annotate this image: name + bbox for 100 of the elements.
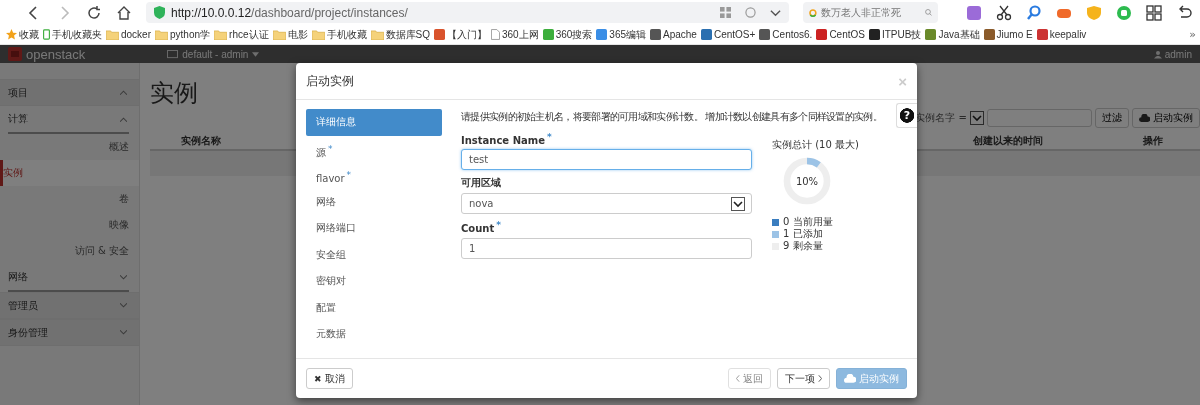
bookmark[interactable]: ITPUB技 [868,27,922,42]
wizard-step[interactable]: 配置 [306,294,442,321]
site-icon [433,29,445,40]
folder-icon [370,29,384,40]
bookmark[interactable]: 【入门】 [433,27,487,42]
reload-icon[interactable] [86,4,102,21]
folder-icon [155,29,168,40]
search-box[interactable]: 数万老人非正常死 [803,2,938,23]
site-icon [925,29,937,40]
select-field[interactable]: nova [461,193,752,215]
chevron-left-icon [736,375,740,382]
search-engine-icon [809,6,817,19]
chevron-down-icon[interactable] [770,7,781,18]
site-icon [983,29,995,40]
bookmark[interactable]: rhce认证 [214,27,269,42]
star-icon [6,29,17,40]
field-label: Instance Name $^{*}$ [461,132,553,147]
folder-icon [311,29,325,40]
legend-label: 9 剩余量 [783,239,823,253]
bookmark[interactable]: python学 [155,27,211,42]
bookmark[interactable]: 收藏 [6,27,39,42]
site-icon [1036,29,1048,40]
scissors-icon[interactable] [996,4,1012,21]
page-icon [490,29,500,40]
bookmark[interactable]: Java基础 [925,27,980,42]
site-icon [700,29,712,40]
wizard-step[interactable]: 网络端口 [306,215,442,242]
launch-instance-button[interactable]: 启动实例 [1132,108,1200,128]
bookmark[interactable]: 360上网 [490,27,539,42]
folder-icon [272,29,286,40]
wizard-step[interactable]: 网络 [306,188,442,215]
wizard-step[interactable]: flavor $^{*}$ [306,162,442,189]
user-icon [1153,49,1162,59]
search-field[interactable]: 数万老人非正常死 [820,7,921,18]
chevron-up-icon [120,116,127,122]
cloud-upload-icon [1139,114,1150,122]
chevron-right-icon [818,375,822,382]
grid-icon[interactable] [1146,4,1162,21]
dropdown-icon [731,196,745,211]
bookmark[interactable]: 手机收藏夹 [43,27,102,42]
bookmark[interactable]: 365编辑 [596,27,646,42]
address-bar[interactable]: http://10.0.0.12/dashboard/project/instances/ [146,2,789,23]
bookmark[interactable]: 数据库SQ [370,27,430,42]
bookmark[interactable]: keepaliv [1036,29,1087,40]
wizard-step[interactable]: 安全组 [306,241,442,268]
wizard-step[interactable]: 详细信息 [306,109,442,136]
filter-button[interactable]: 过滤 [1095,108,1129,128]
field-label: Count $^{*}$ [461,220,502,235]
shield-icon [154,6,165,19]
bookmark[interactable]: 电影 [272,27,308,42]
bookmark[interactable]: Jiumo E [983,29,1033,40]
bookmark[interactable]: CentOS [816,29,865,40]
folder-icon [106,29,119,40]
percent-label: 10% [795,175,819,187]
sidebar-section[interactable]: 项目 [0,79,139,106]
dialog-title: 启动实例 [306,72,354,90]
site-icon [542,29,554,40]
caret-icon [252,51,260,57]
bookmark[interactable]: Centos6. [759,29,813,40]
chevron-down-icon [120,303,127,308]
sidebar-group[interactable]: 计算 [8,106,129,134]
text-field[interactable]: test [461,149,752,171]
next-button[interactable]: 下一项 [777,368,830,389]
bookmark[interactable]: 手机收藏 [311,27,367,42]
chevron-up-icon [120,90,127,95]
bookmark[interactable]: CentOS+ [700,29,756,40]
wizard-step[interactable]: 源 $^{*}$ [306,135,442,162]
legend-label: 1 已添加 [783,227,823,241]
wizard-step[interactable]: 元数据 [306,321,442,348]
chart-title: 实例总计 (10 最大) [772,138,860,152]
bookmark[interactable]: Apache [650,29,697,40]
monitor-icon [167,49,179,59]
sidebar-section[interactable]: 身份管理 [0,319,139,346]
bookmark[interactable]: docker [106,29,151,40]
description: 请提供实例的初始主机名，将要部署的可用域和实例计数。 增加计数以创建具有多个同样设置的实例。 [461,110,882,124]
site-icon [868,29,880,40]
legend-label: 0 当前用量 [783,215,833,228]
filter-field[interactable] [987,109,1092,127]
wizard-step[interactable]: 密钥对 [306,268,442,295]
chevron-down-icon [120,330,127,335]
folder-icon [214,29,228,40]
cloud-upload-icon [844,374,856,383]
bookmark[interactable]: 360搜索 [542,27,593,42]
more-bookmarks-button[interactable]: » [1189,28,1196,41]
site-icon [596,29,608,40]
column-header: 实例名称 [181,133,221,148]
circle-icon[interactable] [1116,4,1132,21]
sidebar-section[interactable]: 管理员 [0,292,139,319]
site-icon [650,29,661,40]
dropdown-icon[interactable] [970,111,984,125]
chevron-down-icon [120,274,127,280]
magnifier-icon[interactable] [1026,4,1042,21]
site-icon [816,29,828,40]
logo-icon [8,47,22,61]
help-button[interactable]: ? [896,103,917,128]
column-header: 操作 [1143,133,1163,148]
text-field[interactable]: 1 [461,237,752,259]
cancel-button[interactable]: ✖ 取消 [306,368,353,389]
home-icon[interactable] [116,4,132,21]
field-label: 可用区域 [461,176,502,191]
